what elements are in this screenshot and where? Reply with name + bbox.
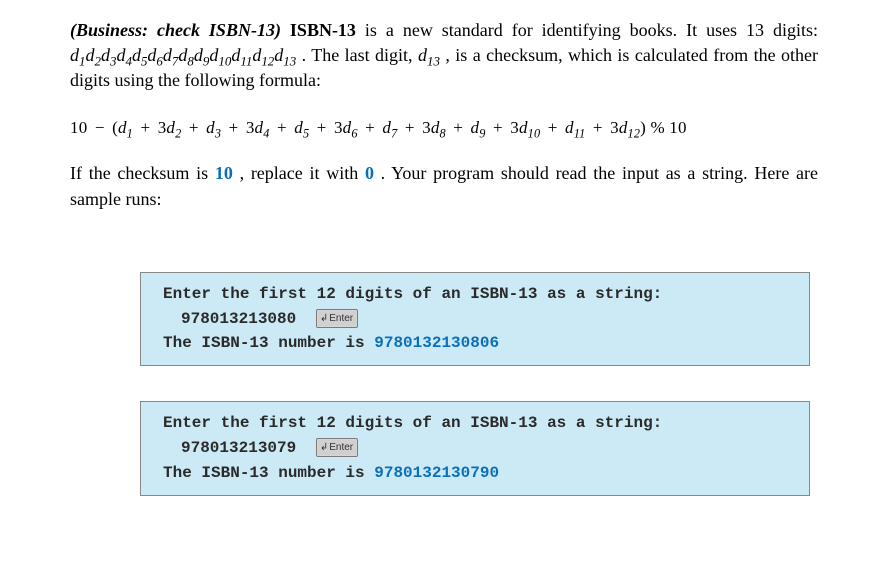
sample-result-value: 9780132130790 [374, 464, 499, 482]
checksum-zero: 0 [365, 163, 374, 183]
sample-input-value: 978013213079 [181, 439, 296, 457]
checksum-ten: 10 [215, 163, 233, 183]
sample-result-value: 9780132130806 [374, 334, 499, 352]
sample-run-1: Enter the first 12 digits of an ISBN-13 … [140, 272, 810, 366]
second-t1: If the checksum is [70, 163, 215, 183]
sample-result-line: The ISBN-13 number is 9780132130790 [163, 461, 793, 486]
second-paragraph: If the checksum is 10 , replace it with … [70, 161, 818, 211]
enter-key-icon: ↲Enter [316, 438, 358, 458]
sample-result-prefix: The ISBN-13 number is [163, 334, 374, 352]
enter-key-icon: ↲Enter [316, 309, 358, 329]
sample-result-prefix: The ISBN-13 number is [163, 464, 374, 482]
digit-sequence: d1d2d3d4d5d6d7d8d9d10d11d12d13 [70, 45, 296, 65]
intro-text-1: is a new standard for identifying books.… [365, 20, 818, 40]
checksum-formula: 10 − (d1 + 3d2 + d3 + 3d4 + d5 + 3d6 + d… [70, 116, 818, 140]
problem-label: (Business: check ISBN-13) [70, 20, 281, 40]
sample-input-line: 978013213080 ↲Enter [163, 307, 793, 332]
sample-input-value: 978013213080 [181, 310, 296, 328]
isbn-name: ISBN-13 [290, 20, 356, 40]
sample-prompt: Enter the first 12 digits of an ISBN-13 … [163, 282, 793, 307]
sample-result-line: The ISBN-13 number is 9780132130806 [163, 331, 793, 356]
d13-ref: d13 [418, 45, 440, 65]
sample-prompt: Enter the first 12 digits of an ISBN-13 … [163, 411, 793, 436]
intro-paragraph: (Business: check ISBN-13) ISBN-13 is a n… [70, 18, 818, 94]
sample-input-line: 978013213079 ↲Enter [163, 436, 793, 461]
intro-text-2: . The last digit, [302, 45, 418, 65]
sample-run-2: Enter the first 12 digits of an ISBN-13 … [140, 401, 810, 495]
second-t2: , replace it with [240, 163, 365, 183]
